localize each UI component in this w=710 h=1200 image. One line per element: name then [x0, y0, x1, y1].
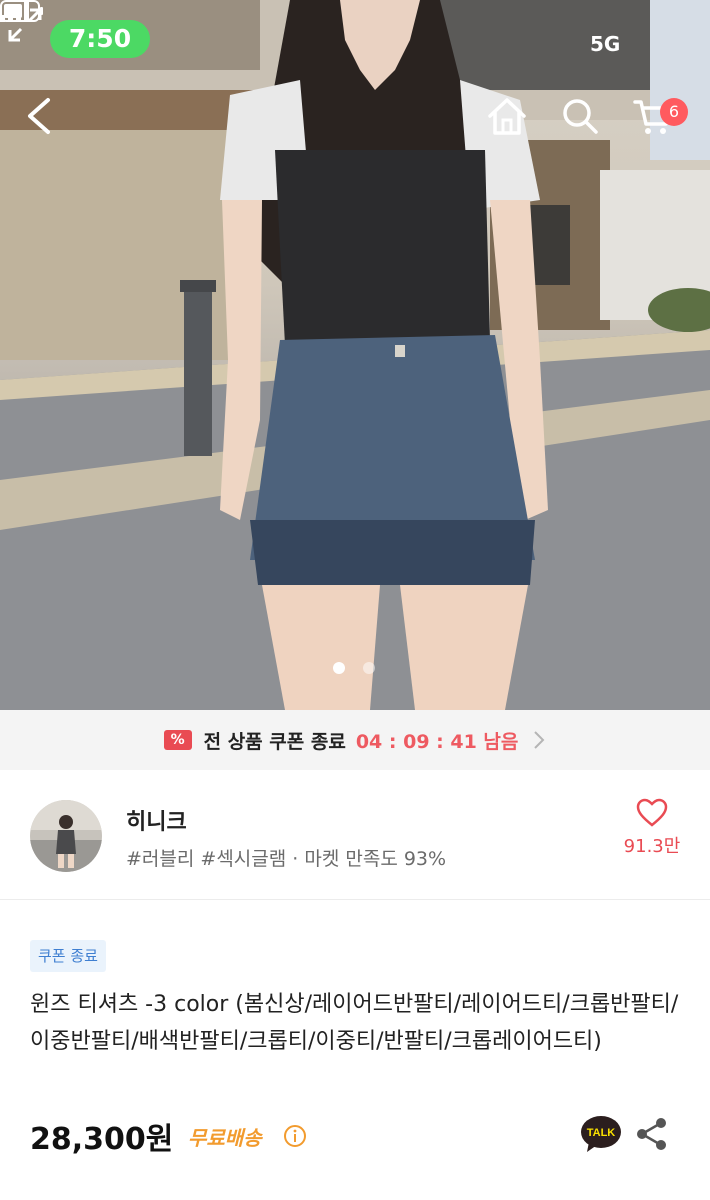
product-info: 쿠폰 종료 윈즈 티셔츠 -3 color (봄신상/레이어드반팔티/레이어드티… — [0, 900, 710, 1200]
shop-tags: #러블리 #섹시글램 · 마켓 만족도 93% — [126, 848, 447, 870]
product-price: 28,300원 — [30, 1122, 174, 1157]
gallery-dot[interactable] — [363, 662, 375, 674]
shop-like-button[interactable]: 91.3만 — [612, 798, 692, 878]
kakao-talk-label: TALK — [587, 1127, 616, 1139]
gallery-dot-active[interactable] — [333, 662, 345, 674]
coupon-countdown-banner[interactable]: % 전 상품 쿠폰 종료 04 : 09 : 41 남음 — [0, 710, 710, 770]
product-title: 윈즈 티셔츠 -3 color (봄신상/레이어드반팔티/레이어드티/크롭반팔티… — [30, 992, 679, 1054]
status-time: 7:50 — [50, 20, 150, 58]
coupon-percent-icon: % — [163, 730, 192, 750]
cart-count-badge: 6 — [660, 98, 688, 126]
search-button[interactable] — [560, 96, 616, 152]
coupon-status-badge: 쿠폰 종료 — [30, 940, 106, 972]
kakao-talk-icon: TALK — [581, 1116, 621, 1152]
info-icon[interactable] — [283, 1124, 307, 1148]
network-label: 5G — [590, 32, 621, 56]
shop-avatar[interactable] — [30, 800, 102, 872]
shop-name[interactable]: 히니크 — [126, 804, 187, 836]
home-button[interactable] — [486, 96, 542, 152]
free-shipping-label: 무료배송 — [188, 1126, 262, 1150]
back-icon — [28, 98, 50, 134]
home-icon — [488, 98, 526, 135]
chevron-right-icon — [534, 731, 545, 749]
kakao-talk-button[interactable]: TALK — [580, 1114, 622, 1154]
expand-icon[interactable] — [0, 0, 50, 50]
heart-icon — [636, 798, 668, 827]
shop-section: 히니크 #러블리 #섹시글램 · 마켓 만족도 93% 91.3만 — [0, 770, 710, 900]
shop-like-count: 91.3만 — [623, 836, 681, 857]
share-icon[interactable] — [634, 1116, 670, 1152]
search-icon — [563, 99, 598, 134]
shop-avatar-image — [30, 800, 102, 872]
coupon-timer: 04 : 09 : 41 남음 — [355, 730, 519, 753]
product-image-gallery[interactable]: 7:50 5G 6 — [0, 0, 710, 710]
coupon-banner-text: 전 상품 쿠폰 종료 — [203, 730, 346, 753]
back-button[interactable] — [22, 96, 78, 152]
